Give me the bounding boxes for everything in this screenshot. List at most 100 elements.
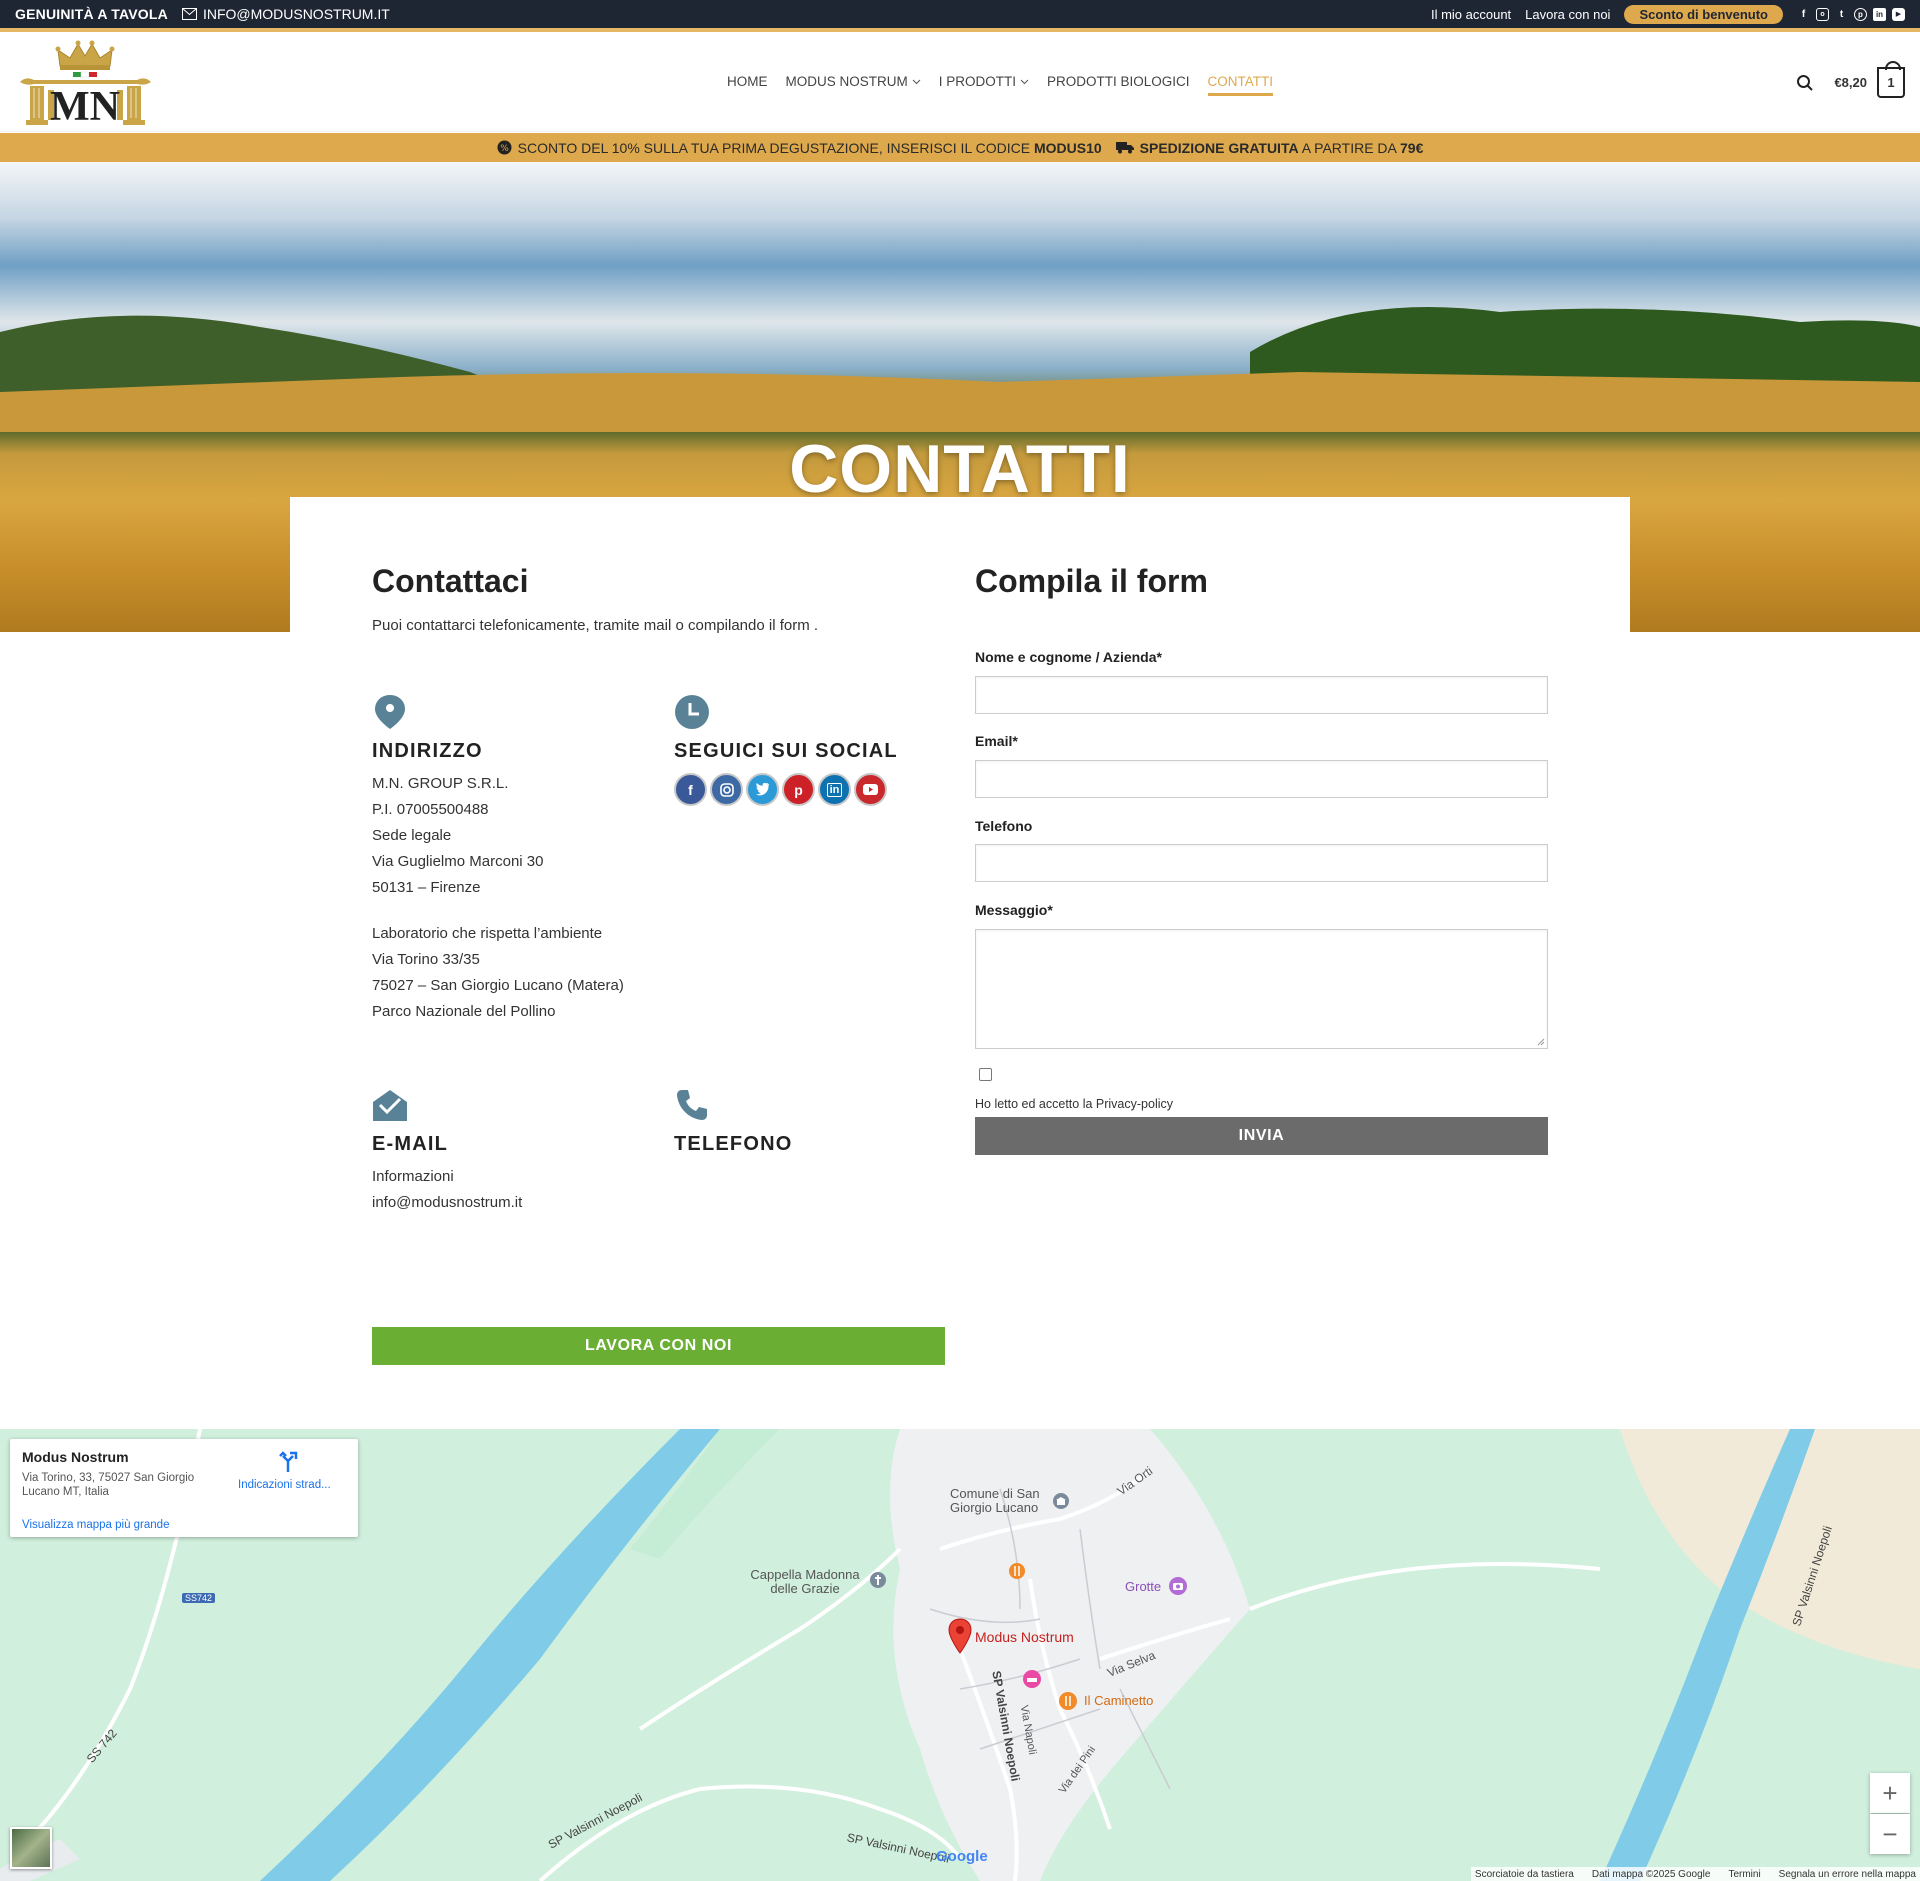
form-title: Compila il form [975, 563, 1208, 599]
nav-prodotti-label: I PRODOTTI [938, 74, 1016, 89]
facebook-icon[interactable]: f [1797, 8, 1810, 21]
nav-contatti[interactable]: CONTATTI [1207, 74, 1273, 96]
header-actions: €8,20 1 [1796, 61, 1905, 98]
instagram-icon[interactable] [710, 773, 743, 806]
address-line: M.N. GROUP S.R.L. [372, 775, 509, 792]
directions-link[interactable]: Indicazioni strad... [238, 1479, 331, 1491]
instagram-icon[interactable]: o [1816, 7, 1829, 21]
nav-modus-nostrum[interactable]: MODUS NOSTRUM [786, 74, 921, 89]
twitter-icon[interactable] [746, 773, 779, 806]
nav-prodotti-biologici[interactable]: PRODOTTI BIOLOGICI [1047, 74, 1190, 89]
satellite-toggle[interactable] [10, 1827, 52, 1869]
keyboard-shortcuts-link[interactable]: Scorciatoie da tastiera [1475, 1869, 1574, 1880]
address-line: Via Guglielmo Marconi 30 [372, 853, 544, 870]
contact-intro: Puoi contattarci telefonicamente, tramit… [372, 617, 819, 634]
restaurant-icon [1059, 1692, 1077, 1710]
envelope-icon [181, 8, 197, 20]
attraction-icon [1169, 1577, 1187, 1595]
email-block: E-MAIL Informazioni info@modusnostrum.it [372, 1087, 662, 1216]
lab-line: 75027 – San Giorgio Lucano (Matera) [372, 977, 624, 994]
social-icons: f p in [674, 773, 964, 806]
map-pin-icon[interactable] [948, 1618, 972, 1654]
email-field[interactable] [975, 760, 1548, 798]
map-label-comune: Comune di San Giorgio Lucano [950, 1486, 1040, 1515]
work-with-us-link[interactable]: Lavora con noi [1525, 7, 1610, 22]
truck-icon [1115, 142, 1134, 154]
town-hall-icon [1053, 1493, 1069, 1509]
site-logo[interactable]: MN [18, 38, 153, 128]
nav-prodotti-biologici-label: PRODOTTI BIOLOGICI [1047, 74, 1190, 89]
place-name: Modus Nostrum [22, 1449, 129, 1465]
discount-badge-icon: % [497, 140, 512, 155]
tagline: GENUINITÀ A TAVOLA [15, 6, 168, 22]
directions-icon[interactable] [278, 1451, 298, 1473]
address-block: INDIRIZZO M.N. GROUP S.R.L. P.I. 0700550… [372, 694, 662, 1025]
youtube-icon[interactable] [854, 773, 887, 806]
phone-field[interactable] [975, 844, 1548, 882]
zoom-in-button[interactable]: + [1870, 1773, 1910, 1813]
resize-handle-icon[interactable] [1537, 1038, 1545, 1046]
phone-label: Telefono [975, 818, 1033, 834]
address-line: P.I. 07005500488 [372, 801, 489, 818]
promo-shipping: SPEDIZIONE GRATUITA A PARTIRE DA 79€ [1115, 139, 1423, 156]
topbar-email-link[interactable]: INFO@MODUSNOSTRUM.IT [181, 6, 390, 22]
promo-bar: % SCONTO DEL 10% SULLA TUA PRIMA DEGUSTA… [0, 133, 1920, 162]
topbar-socials: f o t p in ▶ [1797, 7, 1905, 21]
address-text: M.N. GROUP S.R.L. P.I. 07005500488 Sede … [372, 771, 662, 1025]
view-larger-map-link[interactable]: Visualizza mappa più grande [22, 1519, 169, 1531]
top-bar: GENUINITÀ A TAVOLA INFO@MODUSNOSTRUM.IT … [0, 0, 1920, 28]
map-label-cappella: Cappella Madonna delle Grazie [750, 1567, 860, 1596]
social-block: SEGUICI SUI SOCIAL f p in [674, 694, 964, 806]
nav-home[interactable]: HOME [727, 74, 768, 89]
email-address-link[interactable]: info@modusnostrum.it [372, 1190, 662, 1216]
submit-button[interactable]: INVIA [975, 1117, 1548, 1155]
linkedin-icon[interactable]: in [1873, 7, 1886, 21]
contact-section: Contattaci Puoi contattarci telefonicame… [290, 497, 1630, 1397]
message-field[interactable] [975, 929, 1548, 1049]
work-with-us-button[interactable]: LAVORA CON NOI [372, 1327, 945, 1365]
map-label-ss742-shield: SS742 [182, 1593, 216, 1603]
twitter-icon[interactable]: t [1835, 8, 1848, 21]
google-logo: Google [936, 1848, 988, 1865]
privacy-label[interactable]: Ho letto ed accetto la Privacy-policy [975, 1097, 1173, 1111]
cart-link[interactable]: €8,20 1 [1834, 61, 1905, 98]
name-label: Nome e cognome / Azienda* [975, 649, 1162, 665]
my-account-link[interactable]: Il mio account [1431, 7, 1511, 22]
google-map[interactable]: Modus Nostrum Via Torino, 33, 75027 San … [0, 1429, 1920, 1881]
pinterest-icon[interactable]: p [1854, 7, 1867, 21]
hero-landscape [0, 307, 1920, 432]
place-address: Via Torino, 33, 75027 San Giorgio Lucano… [22, 1472, 195, 1498]
address-line: 50131 – Firenze [372, 879, 481, 896]
promo-discount: % SCONTO DEL 10% SULLA TUA PRIMA DEGUSTA… [497, 140, 1102, 156]
promo-free-shipping: SPEDIZIONE GRATUITA [1139, 139, 1299, 156]
map-label-pin: Modus Nostrum [975, 1629, 1074, 1645]
linkedin-icon[interactable]: in [818, 773, 851, 806]
map-footer: Scorciatoie da tastiera Dati mappa ©2025… [1470, 1867, 1920, 1881]
nav-modus-nostrum-label: MODUS NOSTRUM [785, 74, 908, 89]
promo-shipping-text: A PARTIRE DA [1298, 139, 1400, 156]
privacy-checkbox[interactable] [979, 1068, 992, 1081]
cart-amount: €8,20 [1834, 75, 1867, 90]
zoom-out-button[interactable]: − [1870, 1814, 1910, 1854]
clock-icon [674, 694, 710, 730]
address-line: Sede legale [372, 827, 452, 844]
pinterest-icon[interactable]: p [782, 773, 815, 806]
map-label-grotte: Grotte [1125, 1579, 1162, 1594]
social-heading: SEGUICI SUI SOCIAL [674, 740, 898, 762]
facebook-icon[interactable]: f [674, 773, 707, 806]
place-card: Modus Nostrum Via Torino, 33, 75027 San … [10, 1439, 358, 1537]
terms-link[interactable]: Termini [1728, 1869, 1760, 1880]
main-nav: HOME MODUS NOSTRUM I PRODOTTI PRODOTTI B… [727, 74, 1273, 96]
envelope-open-icon [372, 1087, 408, 1123]
name-field[interactable] [975, 676, 1548, 714]
map-label-caminetto: Il Caminetto [1084, 1693, 1154, 1708]
search-icon[interactable] [1796, 74, 1814, 92]
welcome-discount-button[interactable]: Sconto di benvenuto [1624, 4, 1783, 24]
nav-prodotti[interactable]: I PRODOTTI [939, 74, 1029, 89]
email-label: Email* [975, 733, 1018, 749]
youtube-icon[interactable]: ▶ [1892, 7, 1905, 21]
report-error-link[interactable]: Segnala un errore nella mappa [1779, 1869, 1916, 1880]
restaurant-icon [1009, 1563, 1025, 1579]
phone-block: TELEFONO [674, 1087, 964, 1156]
chevron-down-icon [1020, 79, 1029, 84]
